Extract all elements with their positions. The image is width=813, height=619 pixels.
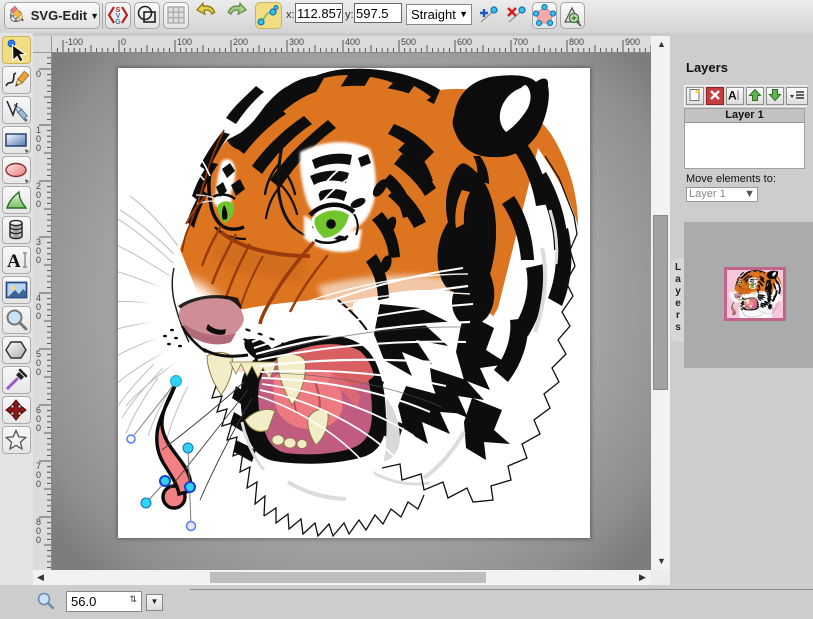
svg-text:800: 800 (569, 37, 584, 47)
svg-text:200: 200 (233, 37, 248, 47)
svg-text:500: 500 (401, 37, 416, 47)
svg-text:0: 0 (36, 69, 41, 79)
svg-text:0: 0 (36, 255, 41, 265)
svg-text:700: 700 (513, 37, 528, 47)
svg-text:100: 100 (177, 37, 192, 47)
svg-text:0: 0 (36, 535, 41, 545)
svg-text:A: A (7, 251, 21, 272)
svg-text:900: 900 (625, 37, 640, 47)
svg-text:0: 0 (121, 37, 126, 47)
svg-text:400: 400 (345, 37, 360, 47)
svg-text:0: 0 (36, 199, 41, 209)
svg-text:0: 0 (36, 423, 41, 433)
svg-text:0: 0 (36, 311, 41, 321)
svg-text:0: 0 (36, 367, 41, 377)
svg-text:A: A (728, 89, 737, 103)
svg-text:0: 0 (36, 143, 41, 153)
svg-text:600: 600 (457, 37, 472, 47)
svg-text:0: 0 (36, 479, 41, 489)
svg-text:300: 300 (289, 37, 304, 47)
svg-text:-100: -100 (65, 37, 83, 47)
svg-text:G: G (115, 19, 121, 26)
